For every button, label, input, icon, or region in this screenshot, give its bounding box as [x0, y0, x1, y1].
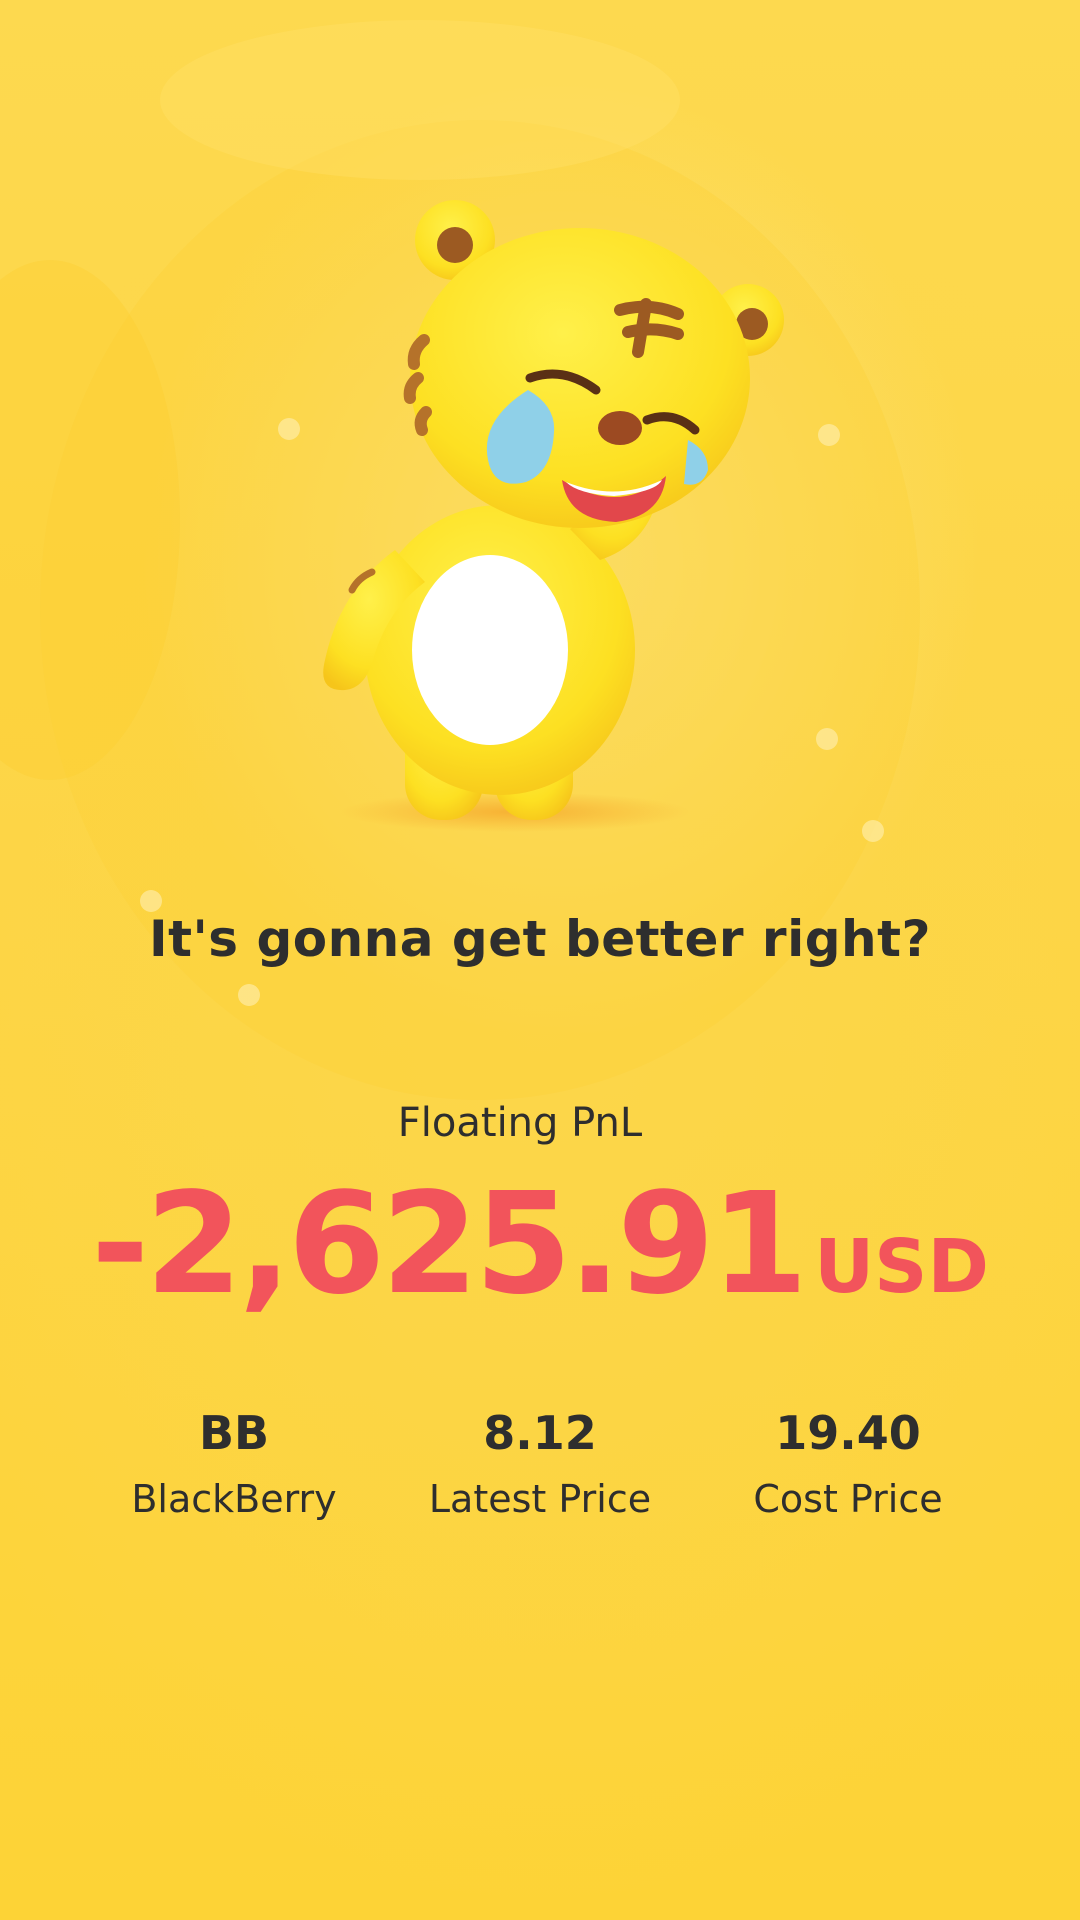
- sparkle-decoration: [238, 984, 260, 1006]
- floating-pnl-amount: -2,625.91 USD: [0, 1175, 1080, 1315]
- floating-pnl-label: Floating PnL: [397, 1100, 643, 1146]
- ticker-symbol: BB: [198, 1406, 270, 1460]
- background-glow: [160, 20, 680, 180]
- sparkle-decoration: [278, 418, 300, 440]
- pnl-value: -2,625.91: [91, 1163, 808, 1326]
- stat-cost-price: 19.40 Cost Price: [698, 1405, 998, 1523]
- stat-ticker: BB BlackBerry: [84, 1405, 384, 1523]
- position-stats: BB BlackBerry 8.12 Latest Price 19.40 Co…: [0, 1405, 1080, 1525]
- sparkle-decoration: [862, 820, 884, 842]
- background-glow: [0, 260, 180, 780]
- stat-latest-price: 8.12 Latest Price: [390, 1405, 690, 1523]
- share-card: It's gonna get better right? Floating Pn…: [0, 0, 1080, 1920]
- cost-price-value: 19.40: [775, 1406, 921, 1460]
- headline-text: It's gonna get better right?: [148, 910, 932, 968]
- sparkle-decoration: [140, 890, 162, 912]
- latest-price-value: 8.12: [483, 1406, 597, 1460]
- sparkle-decoration: [818, 424, 840, 446]
- cost-price-label: Cost Price: [753, 1477, 943, 1521]
- latest-price-label: Latest Price: [428, 1477, 652, 1521]
- company-name: BlackBerry: [131, 1477, 337, 1521]
- tiger-mascot-icon: [323, 200, 784, 832]
- pnl-currency: USD: [814, 1224, 989, 1310]
